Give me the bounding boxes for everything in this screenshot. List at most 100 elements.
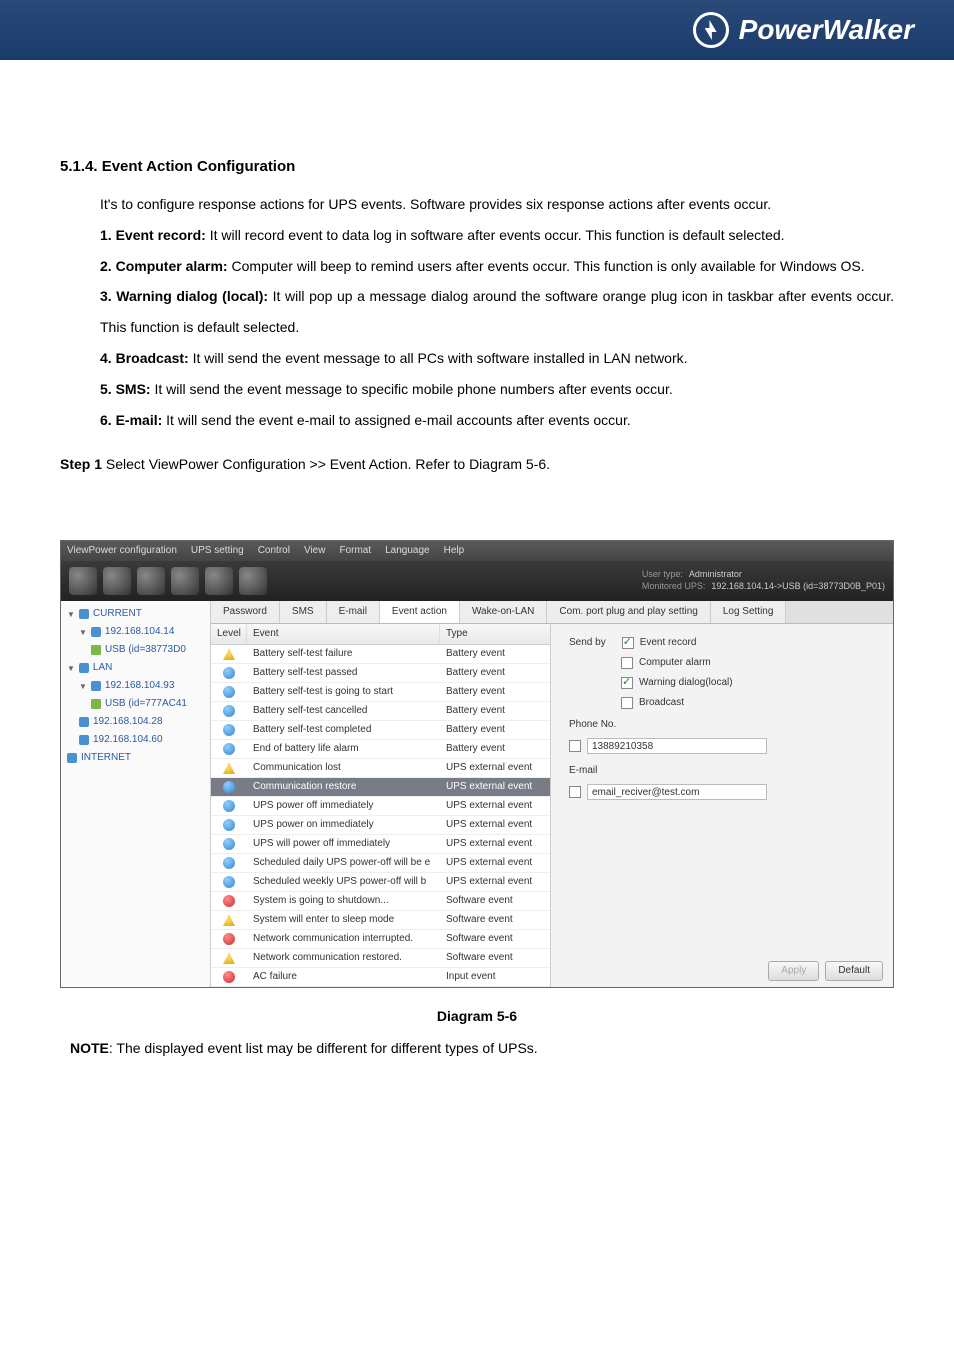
event-name: Battery self-test cancelled — [247, 702, 440, 720]
level-info-icon — [223, 686, 235, 698]
tab-password[interactable]: Password — [211, 601, 280, 623]
tab-event-action[interactable]: Event action — [380, 601, 460, 623]
level-info-icon — [223, 724, 235, 736]
event-row[interactable]: Battery self-test passed Battery event — [211, 664, 550, 683]
tree-internet[interactable]: INTERNET — [61, 749, 210, 767]
toolbar-icon-6[interactable] — [239, 567, 267, 595]
level-warn-icon — [223, 762, 235, 774]
menu-control[interactable]: Control — [258, 544, 290, 558]
event-row[interactable]: Communication lost UPS external event — [211, 759, 550, 778]
checkbox-phone[interactable] — [569, 740, 581, 752]
tree-current[interactable]: ▼CURRENT — [61, 605, 210, 623]
event-row[interactable]: Scheduled daily UPS power-off will be e … — [211, 854, 550, 873]
event-type: Battery event — [440, 683, 550, 701]
tree-ip-4[interactable]: 192.168.104.60 — [61, 731, 210, 749]
menu-help[interactable]: Help — [444, 544, 465, 558]
event-name: Battery self-test is going to start — [247, 683, 440, 701]
checkbox-warning-dialog[interactable] — [621, 677, 633, 689]
toolbar-icon-3[interactable] — [137, 567, 165, 595]
event-type: Input event — [440, 968, 550, 986]
event-name: UPS power on immediately — [247, 816, 440, 834]
settings-panel: Send by Event record Computer alarm Warn… — [551, 624, 893, 987]
section-heading: 5.1.4. Event Action Configuration — [60, 150, 894, 183]
event-name: System will enter to sleep mode — [247, 911, 440, 929]
device-tree: ▼CURRENT ▼192.168.104.14 USB (id=38773D0… — [61, 601, 211, 987]
menu-viewpower[interactable]: ViewPower configuration — [67, 544, 177, 558]
phone-input[interactable]: 13889210358 — [587, 738, 767, 754]
app-screenshot: ViewPower configuration UPS setting Cont… — [60, 540, 894, 988]
note: NOTE: The displayed event list may be di… — [70, 1040, 884, 1056]
level-info-icon — [223, 743, 235, 755]
toolbar-icon-1[interactable] — [69, 567, 97, 595]
event-name: Battery self-test failure — [247, 645, 440, 663]
tree-usb-1[interactable]: USB (id=38773D0 — [61, 641, 210, 659]
step-1: Step 1 Select ViewPower Configuration >>… — [60, 449, 894, 480]
default-button[interactable]: Default — [825, 961, 883, 981]
event-row[interactable]: End of battery life alarm Battery event — [211, 740, 550, 759]
checkbox-event-record[interactable] — [622, 637, 634, 649]
event-name: AC failure — [247, 968, 440, 986]
toolbar-icon-4[interactable] — [171, 567, 199, 595]
checkbox-email[interactable] — [569, 786, 581, 798]
tree-ip-2[interactable]: ▼192.168.104.93 — [61, 677, 210, 695]
event-type: UPS external event — [440, 816, 550, 834]
toolbar-icon-2[interactable] — [103, 567, 131, 595]
level-warn-icon — [223, 914, 235, 926]
tree-ip-3[interactable]: 192.168.104.28 — [61, 713, 210, 731]
menu-ups-setting[interactable]: UPS setting — [191, 544, 244, 558]
level-err-icon — [223, 895, 235, 907]
email-input[interactable]: email_reciver@test.com — [587, 784, 767, 800]
event-row[interactable]: Battery self-test cancelled Battery even… — [211, 702, 550, 721]
event-row[interactable]: AC failure Input event — [211, 968, 550, 987]
event-row[interactable]: Communication restore UPS external event — [211, 778, 550, 797]
event-type: Battery event — [440, 664, 550, 682]
menu-view[interactable]: View — [304, 544, 326, 558]
level-warn-icon — [223, 648, 235, 660]
event-row[interactable]: Battery self-test failure Battery event — [211, 645, 550, 664]
event-type: UPS external event — [440, 778, 550, 796]
event-row[interactable]: UPS power off immediately UPS external e… — [211, 797, 550, 816]
power-icon — [693, 12, 729, 48]
feature-item-4: 4. Broadcast: It will send the event mes… — [100, 343, 894, 374]
tree-usb-2[interactable]: USB (id=777AC41 — [61, 695, 210, 713]
event-row[interactable]: System will enter to sleep mode Software… — [211, 911, 550, 930]
level-warn-icon — [223, 952, 235, 964]
phone-label: Phone No. — [569, 718, 616, 732]
event-type: Battery event — [440, 645, 550, 663]
tree-ip-1[interactable]: ▼192.168.104.14 — [61, 623, 210, 641]
event-type: Software event — [440, 949, 550, 967]
toolbar-icon-5[interactable] — [205, 567, 233, 595]
tab-wol[interactable]: Wake-on-LAN — [460, 601, 547, 623]
checkbox-broadcast[interactable] — [621, 697, 633, 709]
feature-item-6: 6. E-mail: It will send the event e-mail… — [100, 405, 894, 436]
tab-log[interactable]: Log Setting — [711, 601, 787, 623]
event-type: Software event — [440, 911, 550, 929]
event-type: Battery event — [440, 721, 550, 739]
event-row[interactable]: Network communication interrupted. Softw… — [211, 930, 550, 949]
event-row[interactable]: Scheduled weekly UPS power-off will b UP… — [211, 873, 550, 892]
event-name: Network communication interrupted. — [247, 930, 440, 948]
event-name: Battery self-test passed — [247, 664, 440, 682]
event-row[interactable]: UPS will power off immediately UPS exter… — [211, 835, 550, 854]
event-row[interactable]: Battery self-test is going to start Batt… — [211, 683, 550, 702]
menu-language[interactable]: Language — [385, 544, 430, 558]
top-banner: PowerWalker — [0, 0, 954, 60]
level-info-icon — [223, 819, 235, 831]
tab-email[interactable]: E-mail — [327, 601, 380, 623]
menu-format[interactable]: Format — [339, 544, 371, 558]
document-content: 5.1.4. Event Action Configuration It's t… — [0, 60, 954, 520]
event-row[interactable]: System is going to shutdown... Software … — [211, 892, 550, 911]
event-row[interactable]: Network communication restored. Software… — [211, 949, 550, 968]
apply-button[interactable]: Apply — [768, 961, 819, 981]
brand-logo: PowerWalker — [693, 12, 914, 48]
tab-sms[interactable]: SMS — [280, 601, 327, 623]
checkbox-computer-alarm[interactable] — [621, 657, 633, 669]
level-info-icon — [223, 705, 235, 717]
event-name: System is going to shutdown... — [247, 892, 440, 910]
tree-lan[interactable]: ▼LAN — [61, 659, 210, 677]
event-row[interactable]: UPS power on immediately UPS external ev… — [211, 816, 550, 835]
event-row[interactable]: Battery self-test completed Battery even… — [211, 721, 550, 740]
feature-item-2: 2. Computer alarm: Computer will beep to… — [100, 251, 894, 282]
tab-com-port[interactable]: Com. port plug and play setting — [547, 601, 710, 623]
level-info-icon — [223, 876, 235, 888]
